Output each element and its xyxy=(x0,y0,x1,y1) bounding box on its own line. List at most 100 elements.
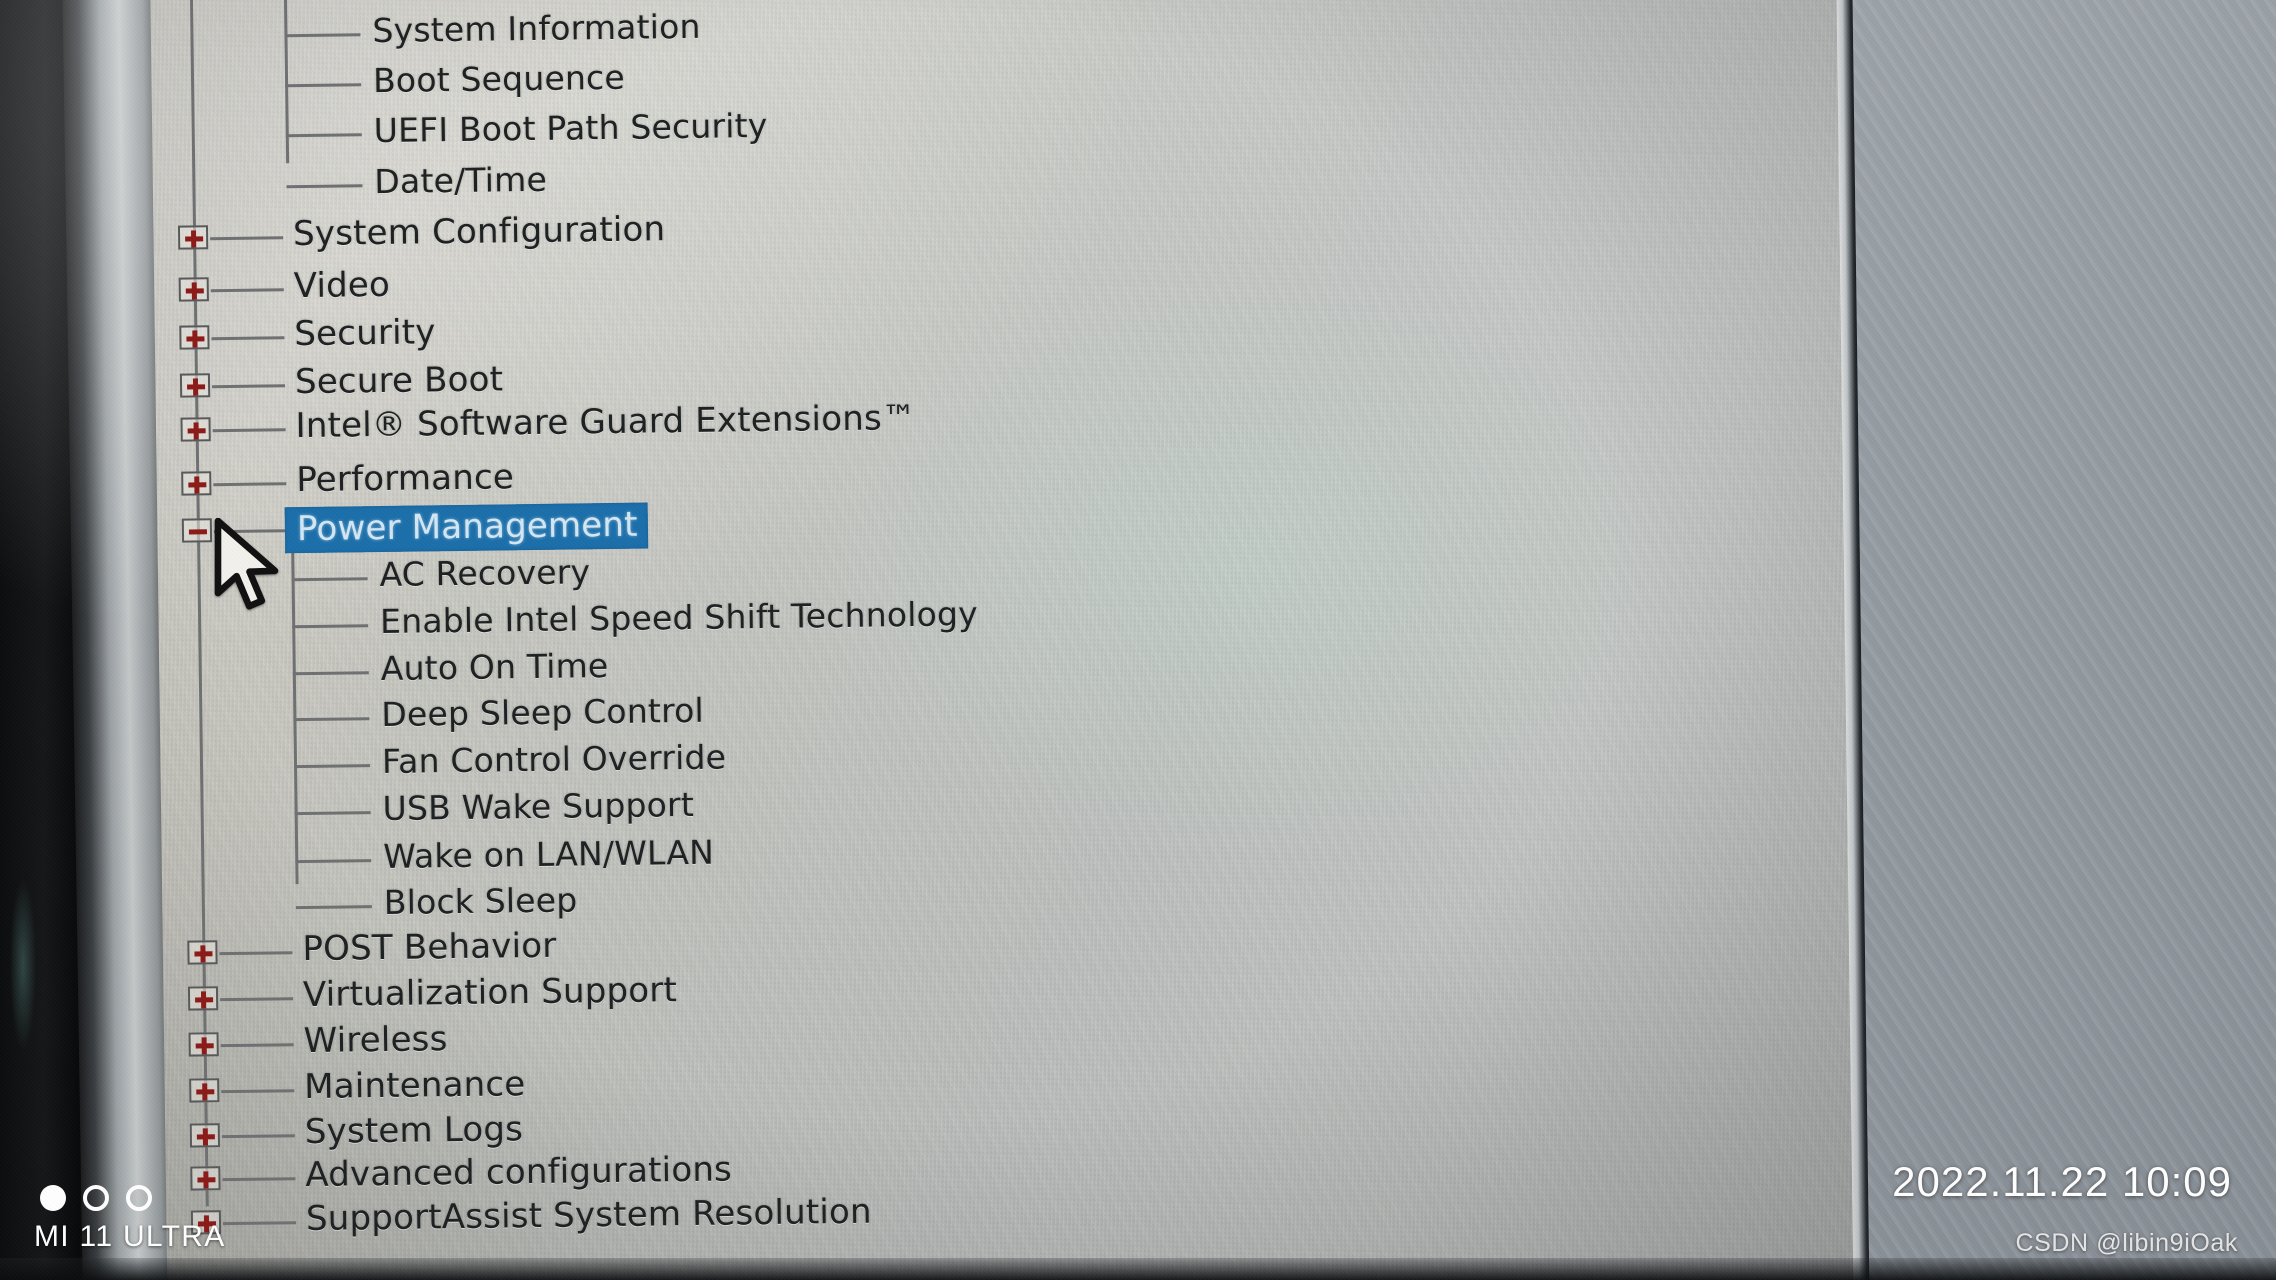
tree-item-label: POST Behavior xyxy=(302,926,557,970)
tree-connector-line xyxy=(210,288,284,293)
tree-connector-line xyxy=(213,482,287,487)
tree-expand-plus-icon[interactable] xyxy=(180,417,211,442)
tree-item-label: System Logs xyxy=(304,1108,524,1152)
tree-item-label: Boot Sequence xyxy=(372,57,626,101)
tree-expand-plus-icon[interactable] xyxy=(178,277,209,302)
tree-item[interactable]: USB Wake Support xyxy=(382,784,694,827)
tree-item-label: Power Management xyxy=(296,504,638,549)
tree-connector-line xyxy=(295,905,372,910)
lens-dot-filled-icon xyxy=(40,1185,66,1211)
tree-item-label: Enable Intel Speed Shift Technology xyxy=(379,594,979,641)
mouse-cursor-arrow-icon xyxy=(214,518,279,610)
tree-trunk-level2 xyxy=(283,0,290,163)
tree-connector-line xyxy=(295,858,372,863)
tree-item[interactable]: Deep Sleep Control xyxy=(381,691,704,734)
tree-item[interactable]: POST Behavior xyxy=(302,926,557,969)
tree-item[interactable]: Fan Control Override xyxy=(382,737,727,781)
tree-connector-line xyxy=(212,428,286,433)
tree-item-label: USB Wake Support xyxy=(382,784,695,828)
tree-expand-plus-icon[interactable] xyxy=(187,940,218,966)
tree-item-label: Wireless xyxy=(303,1019,448,1062)
tree-item[interactable]: Intel® Software Guard Extensions™ xyxy=(295,398,916,446)
tree-connector-line xyxy=(222,1177,296,1182)
tree-connector-line xyxy=(293,717,370,722)
tree-item[interactable]: Performance xyxy=(296,457,514,500)
tree-connector-line xyxy=(221,1088,295,1093)
tree-item[interactable]: Wake on LAN/WLAN xyxy=(383,832,714,875)
tree-item[interactable]: Date/Time xyxy=(374,159,547,200)
tree-item-label: System Information xyxy=(372,7,701,51)
tree-item-label: Performance xyxy=(296,457,515,501)
tree-connector-line xyxy=(294,764,371,769)
right-grey-panel xyxy=(1852,0,2276,1280)
tree-item[interactable]: Security xyxy=(294,312,436,354)
tree-item[interactable]: System Information xyxy=(372,7,701,50)
tree-item-label: Virtualization Support xyxy=(302,969,678,1015)
lens-dot-ring-2-icon xyxy=(126,1185,152,1211)
tree-trunk-level2 xyxy=(290,516,299,885)
photo-timestamp: 2022.11.22 10:09 xyxy=(1892,1158,2232,1205)
tree-item[interactable]: Auto On Time xyxy=(381,646,609,688)
site-watermark: CSDN @libin9iOak xyxy=(2015,1229,2238,1257)
tree-item-label: Intel® Software Guard Extensions™ xyxy=(295,398,917,447)
tree-item[interactable]: Enable Intel Speed Shift Technology xyxy=(380,594,978,641)
tree-connector-line xyxy=(220,1043,294,1048)
tree-trunk-level1 xyxy=(189,0,209,1207)
tree-connector-line xyxy=(221,1133,295,1138)
tree-connector-line xyxy=(285,132,362,137)
tree-item-label: Deep Sleep Control xyxy=(381,691,705,735)
tree-connector-line xyxy=(292,624,369,629)
tree-connector-line xyxy=(294,810,371,815)
tree-item-label: Secure Boot xyxy=(294,359,504,403)
tree-connector-line xyxy=(211,336,285,341)
tree-connector-line xyxy=(220,996,294,1001)
tree-item-label: Maintenance xyxy=(303,1063,526,1107)
tree-item[interactable]: Secure Boot xyxy=(295,360,504,403)
tree-item[interactable]: System Configuration xyxy=(293,209,666,254)
tree-item-label: UEFI Boot Path Security xyxy=(373,105,768,150)
tree-item-label: SupportAssist System Resolution xyxy=(305,1191,873,1240)
photo-bottom-edge xyxy=(0,1258,2276,1280)
tree-item-label: AC Recovery xyxy=(379,552,591,595)
tree-connector-line xyxy=(210,235,284,240)
bios-setup-tree[interactable]: System Information Boot Sequence UEFI Boot… xyxy=(0,0,1717,1280)
photo-of-bios-screen: System Information Boot Sequence UEFI Boot… xyxy=(0,0,2276,1280)
tree-item-selected[interactable]: Power Management xyxy=(284,502,648,553)
tree-expand-plus-icon[interactable] xyxy=(179,325,210,350)
tree-item[interactable]: Video xyxy=(293,265,390,306)
lens-dot-ring-1-icon xyxy=(83,1185,109,1211)
tree-item-label: System Configuration xyxy=(292,208,666,254)
tree-expand-plus-icon[interactable] xyxy=(189,1122,221,1148)
camera-model-label: MI 11 ULTRA xyxy=(34,1220,226,1253)
tree-item-label: Fan Control Override xyxy=(381,737,727,781)
camera-lens-dots-icon xyxy=(34,1185,274,1211)
tree-expand-plus-icon[interactable] xyxy=(188,1032,219,1057)
camera-watermark: MI 11 ULTRA xyxy=(34,1185,274,1254)
tree-item-label: Block Sleep xyxy=(383,880,578,923)
tree-item-label: Wake on LAN/WLAN xyxy=(382,832,715,876)
tree-expand-plus-icon[interactable] xyxy=(179,373,211,398)
tree-item[interactable]: Virtualization Support xyxy=(303,970,677,1015)
tree-connector-line xyxy=(284,33,361,38)
tree-item-label: Advanced configurations xyxy=(305,1149,733,1196)
tree-item-label: Security xyxy=(294,312,436,355)
tree-connector-line xyxy=(291,577,368,582)
tree-item[interactable]: Advanced configurations xyxy=(305,1150,732,1196)
tree-connector-line xyxy=(286,183,363,188)
tree-expand-plus-icon[interactable] xyxy=(181,471,212,496)
tree-item[interactable]: Block Sleep xyxy=(384,881,578,923)
tree-item[interactable]: Maintenance xyxy=(304,1064,526,1107)
tree-expand-plus-icon[interactable] xyxy=(177,224,209,250)
tree-collapse-minus-icon[interactable] xyxy=(181,517,213,543)
tree-item[interactable]: System Logs xyxy=(305,1109,524,1152)
tree-item[interactable]: AC Recovery xyxy=(379,553,590,595)
tree-item-label: Auto On Time xyxy=(380,645,609,688)
tree-item-label: Video xyxy=(293,264,391,307)
tree-item[interactable]: UEFI Boot Path Security xyxy=(373,105,767,149)
tree-expand-plus-icon[interactable] xyxy=(189,1077,220,1103)
tree-expand-plus-icon[interactable] xyxy=(187,985,219,1011)
tree-item[interactable]: SupportAssist System Resolution xyxy=(306,1192,872,1239)
tree-item[interactable]: Wireless xyxy=(303,1020,447,1062)
tree-item[interactable]: Boot Sequence xyxy=(373,58,625,100)
tree-connector-line xyxy=(285,83,362,88)
